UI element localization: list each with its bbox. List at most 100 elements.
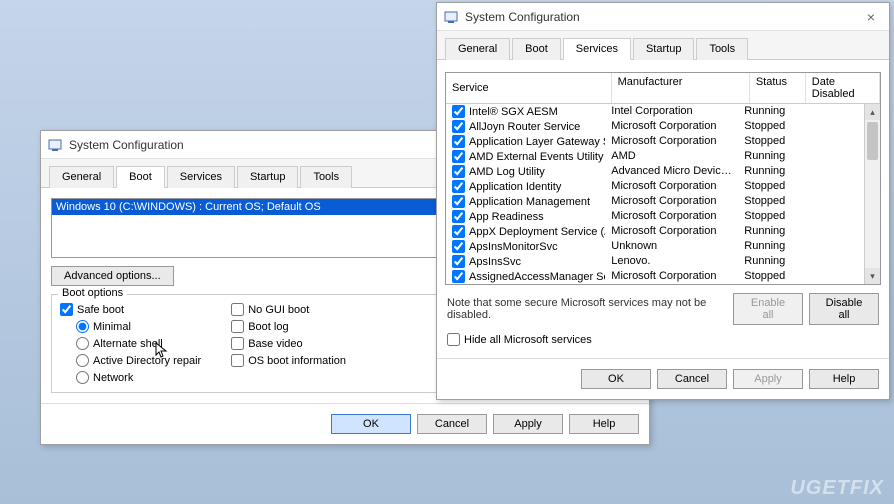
service-date [792, 104, 864, 119]
table-row[interactable]: Application IdentityMicrosoft Corporatio… [446, 179, 864, 194]
altshell-radio[interactable] [76, 337, 89, 350]
table-row[interactable]: Intel® SGX AESMIntel CorporationRunning [446, 104, 864, 119]
service-mfr: Unknown [605, 239, 738, 254]
table-body[interactable]: ▴ ▾ Intel® SGX AESMIntel CorporationRunn… [446, 104, 880, 284]
service-date [792, 209, 864, 224]
hide-ms-checkbox[interactable] [447, 333, 460, 346]
safe-boot-label: Safe boot [77, 304, 124, 316]
header-mfr[interactable]: Manufacturer [612, 73, 750, 103]
header-service[interactable]: Service [446, 73, 612, 103]
service-checkbox[interactable] [452, 255, 465, 268]
scrollbar[interactable]: ▴ ▾ [864, 104, 880, 284]
service-date [792, 134, 864, 149]
bootlog-checkbox[interactable] [231, 320, 244, 333]
service-checkbox[interactable] [452, 195, 465, 208]
bootlog-label: Boot log [248, 321, 288, 333]
help-button[interactable]: Help [809, 369, 879, 389]
disable-all-button[interactable]: Disable all [809, 293, 879, 325]
service-checkbox[interactable] [452, 210, 465, 223]
service-checkbox[interactable] [452, 135, 465, 148]
tab-boot[interactable]: Boot [512, 38, 561, 60]
help-button[interactable]: Help [569, 414, 639, 434]
service-checkbox[interactable] [452, 105, 465, 118]
table-row[interactable]: AssignedAccessManager ServiceMicrosoft C… [446, 269, 864, 284]
ok-button[interactable]: OK [581, 369, 651, 389]
service-status: Running [738, 104, 792, 119]
network-label: Network [93, 372, 133, 384]
header-status[interactable]: Status [750, 73, 806, 103]
table-row[interactable]: AllJoyn Router ServiceMicrosoft Corporat… [446, 119, 864, 134]
advanced-options-button[interactable]: Advanced options... [51, 266, 174, 286]
safe-boot-checkbox[interactable] [60, 303, 73, 316]
tab-general[interactable]: General [49, 166, 114, 188]
table-row[interactable]: AppX Deployment Service (App...Microsoft… [446, 224, 864, 239]
nogui-checkbox[interactable] [231, 303, 244, 316]
basevideo-checkbox[interactable] [231, 337, 244, 350]
service-name: AssignedAccessManager Service [469, 271, 605, 283]
table-row[interactable]: Application ManagementMicrosoft Corporat… [446, 194, 864, 209]
service-checkbox[interactable] [452, 165, 465, 178]
ok-button[interactable]: OK [331, 414, 411, 434]
cursor-icon [155, 342, 169, 360]
service-checkbox[interactable] [452, 225, 465, 238]
services-content: Service Manufacturer Status Date Disable… [437, 60, 889, 358]
service-status: Running [738, 239, 792, 254]
tab-general[interactable]: General [445, 38, 510, 60]
service-mfr: Microsoft Corporation [605, 134, 738, 149]
scroll-thumb[interactable] [867, 122, 878, 160]
cancel-button[interactable]: Cancel [417, 414, 487, 434]
tab-boot[interactable]: Boot [116, 166, 165, 188]
tab-tools[interactable]: Tools [696, 38, 748, 60]
minimal-radio[interactable] [76, 320, 89, 333]
service-name: Application Identity [469, 181, 561, 193]
adrepair-radio[interactable] [76, 354, 89, 367]
basevideo-label: Base video [248, 338, 302, 350]
service-mfr: Microsoft Corporation [605, 209, 738, 224]
services-table: Service Manufacturer Status Date Disable… [445, 72, 881, 285]
service-status: Stopped [738, 209, 792, 224]
service-checkbox[interactable] [452, 240, 465, 253]
service-status: Stopped [738, 269, 792, 284]
tab-startup[interactable]: Startup [633, 38, 694, 60]
table-header[interactable]: Service Manufacturer Status Date Disable… [446, 73, 880, 104]
close-icon[interactable]: × [859, 9, 883, 25]
titlebar[interactable]: System Configuration × [437, 3, 889, 31]
apply-button[interactable]: Apply [493, 414, 563, 434]
service-status: Stopped [738, 119, 792, 134]
scroll-down-icon[interactable]: ▾ [865, 268, 880, 284]
header-date[interactable]: Date Disabled [806, 73, 880, 103]
table-row[interactable]: App ReadinessMicrosoft CorporationStoppe… [446, 209, 864, 224]
table-row[interactable]: Application Layer Gateway ServiceMicroso… [446, 134, 864, 149]
table-row[interactable]: ApsInsSvcLenovo.Running [446, 254, 864, 269]
secure-note: Note that some secure Microsoft services… [447, 297, 725, 321]
network-radio[interactable] [76, 371, 89, 384]
service-mfr: Intel Corporation [605, 104, 738, 119]
tab-tools[interactable]: Tools [300, 166, 352, 188]
sysconfig-icon [47, 137, 63, 153]
service-checkbox[interactable] [452, 270, 465, 283]
service-date [792, 149, 864, 164]
cancel-button[interactable]: Cancel [657, 369, 727, 389]
service-mfr: Microsoft Corporation [605, 194, 738, 209]
service-checkbox[interactable] [452, 180, 465, 193]
service-date [792, 254, 864, 269]
scroll-up-icon[interactable]: ▴ [865, 104, 880, 120]
altshell-label: Alternate shell [93, 338, 163, 350]
service-checkbox[interactable] [452, 120, 465, 133]
table-row[interactable]: ApsInsMonitorSvcUnknownRunning [446, 239, 864, 254]
table-row[interactable]: AMD External Events UtilityAMDRunning [446, 149, 864, 164]
service-checkbox[interactable] [452, 150, 465, 163]
service-status: Stopped [738, 179, 792, 194]
apply-button[interactable]: Apply [733, 369, 803, 389]
osbootinfo-checkbox[interactable] [231, 354, 244, 367]
service-name: Application Layer Gateway Service [469, 136, 605, 148]
service-name: ApsInsSvc [469, 256, 521, 268]
tab-services[interactable]: Services [563, 38, 631, 60]
tab-services[interactable]: Services [167, 166, 235, 188]
service-name: AppX Deployment Service (App... [469, 226, 605, 238]
enable-all-button[interactable]: Enable all [733, 293, 803, 325]
watermark: UGETFIX [790, 477, 884, 500]
tab-startup[interactable]: Startup [237, 166, 298, 188]
nogui-label: No GUI boot [248, 304, 309, 316]
table-row[interactable]: AMD Log UtilityAdvanced Micro Devices, I… [446, 164, 864, 179]
